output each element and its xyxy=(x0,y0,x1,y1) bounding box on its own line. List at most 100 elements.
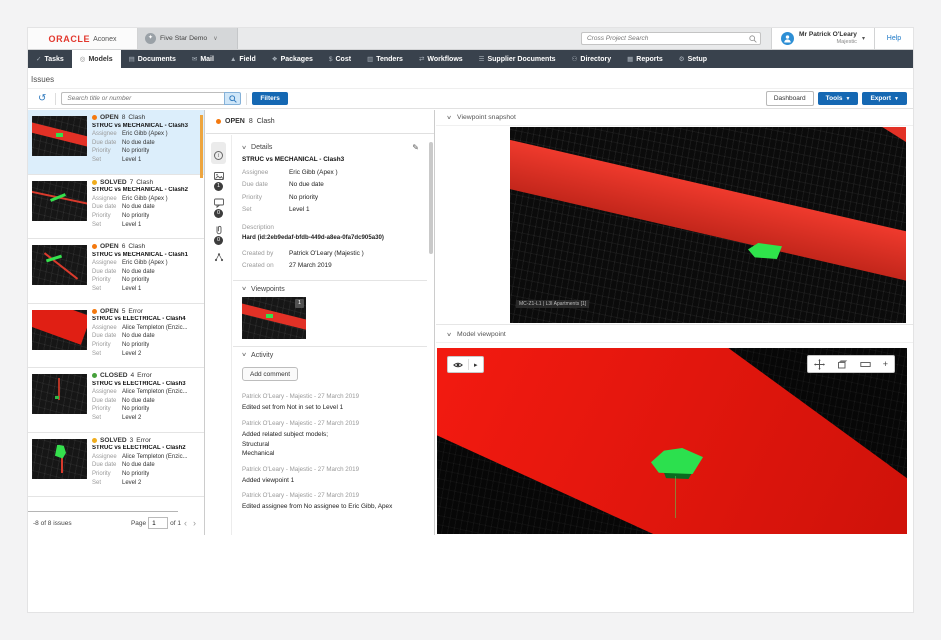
issue-list-item[interactable]: SOLVED3Error STRUC vs ELECTRICAL - Clash… xyxy=(28,433,204,498)
related-models-icon xyxy=(214,252,224,262)
issue-list-item[interactable]: OPEN8Clash STRUC vs MECHANICAL - Clash3 … xyxy=(28,110,204,175)
issue-thumbnail xyxy=(32,181,87,221)
refresh-icon[interactable]: ↺ xyxy=(38,94,46,104)
page-input[interactable] xyxy=(148,517,168,529)
tab-setup[interactable]: ⚙Setup xyxy=(671,50,715,68)
tab-workflows[interactable]: ⇄Workflows xyxy=(411,50,471,68)
page-label: Page xyxy=(131,520,146,527)
viewpoint-snapshot-section: MC-Z1-L1 | L3I Apartments [1] xyxy=(436,126,913,325)
app-window: ORACLE Aconex ✦ Five Star Demo ∨ Mr Patr… xyxy=(28,28,913,612)
rail-attachments[interactable]: 0 xyxy=(214,225,224,245)
list-pagination: -8 of 8 issues Page of 1 ‹ › xyxy=(28,515,204,531)
created-on-label: Created on xyxy=(242,260,289,272)
pan-button[interactable] xyxy=(808,359,831,370)
issue-list-item[interactable]: CLOSED4Error STRUC vs ELECTRICAL - Clash… xyxy=(28,368,204,433)
tab-tenders[interactable]: ▥Tenders xyxy=(359,50,411,68)
measure-button[interactable] xyxy=(854,361,877,368)
chevron-down-icon: ▼ xyxy=(846,96,851,102)
issue-thumbnail xyxy=(32,374,87,414)
tab-documents[interactable]: ▤Documents xyxy=(121,50,184,68)
tab-cost[interactable]: $Cost xyxy=(321,50,359,68)
info-icon: i xyxy=(214,151,223,160)
issue-search-input[interactable] xyxy=(61,92,224,105)
models-icon: ◎ xyxy=(80,55,86,63)
model-viewport[interactable]: ▸ + xyxy=(437,348,907,534)
chevron-down-icon[interactable]: ∨ xyxy=(446,332,452,338)
dashboard-button[interactable]: Dashboard xyxy=(766,91,814,106)
tab-mail[interactable]: ✉Mail xyxy=(184,50,222,68)
issue-list-panel: OPEN8Clash STRUC vs MECHANICAL - Clash3 … xyxy=(28,110,205,535)
rail-info[interactable]: i xyxy=(211,142,226,164)
issue-thumbnail xyxy=(32,116,87,156)
status-dot xyxy=(92,180,97,185)
cost-icon: $ xyxy=(329,56,333,63)
zoom-in-button[interactable]: + xyxy=(877,359,894,369)
list-scrollbar[interactable] xyxy=(200,115,203,178)
cross-project-search xyxy=(581,28,761,49)
issue-list-item[interactable]: OPEN5Error STRUC vs ELECTRICAL - Clash4 … xyxy=(28,304,204,369)
chevron-down-icon[interactable]: ∨ xyxy=(446,115,452,121)
tab-field[interactable]: ▲Field xyxy=(222,50,264,68)
details-section-title: Details xyxy=(251,144,272,151)
image-icon xyxy=(214,171,224,181)
detail-priority: No priority xyxy=(289,192,318,204)
tools-button[interactable]: Tools▼ xyxy=(818,92,859,105)
activity-entry: Patrick O'Leary - Majestic - 27 March 20… xyxy=(242,420,419,459)
next-page-icon[interactable]: › xyxy=(190,519,199,528)
attachments-count-badge: 0 xyxy=(214,236,223,245)
tab-models[interactable]: ◎Models xyxy=(72,50,121,68)
issue-assignee: Eric Gibb (Apex ) xyxy=(122,259,168,268)
model-viewpoint-header: ∨ Model viewpoint xyxy=(436,327,913,343)
issue-due: No due date xyxy=(122,139,155,148)
search-icon[interactable] xyxy=(749,35,757,43)
issue-title: STRUC vs MECHANICAL - Clash3 xyxy=(92,123,198,129)
tab-packages[interactable]: ❖Packages xyxy=(264,50,321,68)
tab-directory[interactable]: ⚇Directory xyxy=(564,50,620,68)
detail-scrollbar[interactable] xyxy=(429,142,433,254)
user-menu[interactable]: Mr Patrick O'Leary Majestic ▾ xyxy=(771,28,875,49)
chevron-down-icon[interactable]: ∨ xyxy=(241,286,247,292)
issue-summary: OPEN6Clash STRUC vs MECHANICAL - Clash1 … xyxy=(92,243,198,301)
cross-project-search-input[interactable] xyxy=(581,32,761,45)
issue-list-item[interactable]: SOLVED7Clash STRUC vs MECHANICAL - Clash… xyxy=(28,175,204,240)
tab-supplier-documents[interactable]: ☰Supplier Documents xyxy=(471,50,564,68)
detail-status: OPEN xyxy=(225,118,245,125)
viewpoint-thumbnail[interactable]: 1 xyxy=(242,297,306,339)
section-button[interactable] xyxy=(831,359,854,370)
created-by-label: Created by xyxy=(242,248,289,260)
rail-comments[interactable]: 0 xyxy=(214,198,224,218)
issue-due: No due date xyxy=(122,332,155,341)
filters-button[interactable]: Filters xyxy=(252,92,288,105)
issue-list-item[interactable]: OPEN6Clash STRUC vs MECHANICAL - Clash1 … xyxy=(28,239,204,304)
viewpoint-snapshot-title: Viewpoint snapshot xyxy=(457,114,516,121)
chevron-down-icon[interactable]: ∨ xyxy=(241,145,247,151)
export-button[interactable]: Export▼ xyxy=(862,92,907,105)
user-avatar-icon xyxy=(781,32,794,45)
tab-tasks[interactable]: ✓Tasks xyxy=(28,50,72,68)
search-icon xyxy=(229,95,237,103)
description-value: Hard (id:2eb9edaf-bfdb-449d-a8ea-0fa7dc9… xyxy=(242,234,419,241)
expand-button[interactable]: ▸ xyxy=(469,361,483,369)
rail-related-models[interactable] xyxy=(214,252,224,262)
issue-assignee: Alice Templeton (Enzic... xyxy=(122,324,188,333)
chevron-down-icon[interactable]: ∨ xyxy=(241,352,247,358)
issue-title: STRUC vs ELECTRICAL - Clash3 xyxy=(92,381,198,387)
rail-viewpoints[interactable]: 1 xyxy=(214,171,224,191)
oracle-wordmark: ORACLE xyxy=(49,34,91,44)
detail-type: Clash xyxy=(257,118,275,125)
tab-reports[interactable]: ▦Reports xyxy=(619,50,671,68)
help-link[interactable]: Help xyxy=(875,28,913,49)
issues-count: -8 of 8 issues xyxy=(33,520,72,527)
project-selector[interactable]: ✦ Five Star Demo ∨ xyxy=(138,28,238,49)
eye-icon xyxy=(453,361,463,369)
issue-type: Clash xyxy=(128,114,145,121)
prev-page-icon[interactable]: ‹ xyxy=(181,519,190,528)
issue-set: Level 1 xyxy=(122,221,141,230)
eye-button[interactable] xyxy=(448,361,468,369)
add-comment-button[interactable]: Add comment xyxy=(242,367,298,381)
search-button[interactable] xyxy=(224,92,241,105)
workflows-icon: ⇄ xyxy=(419,55,424,63)
edit-icon[interactable]: ✎ xyxy=(412,143,419,152)
divider xyxy=(233,280,427,281)
comment-icon xyxy=(214,198,224,208)
